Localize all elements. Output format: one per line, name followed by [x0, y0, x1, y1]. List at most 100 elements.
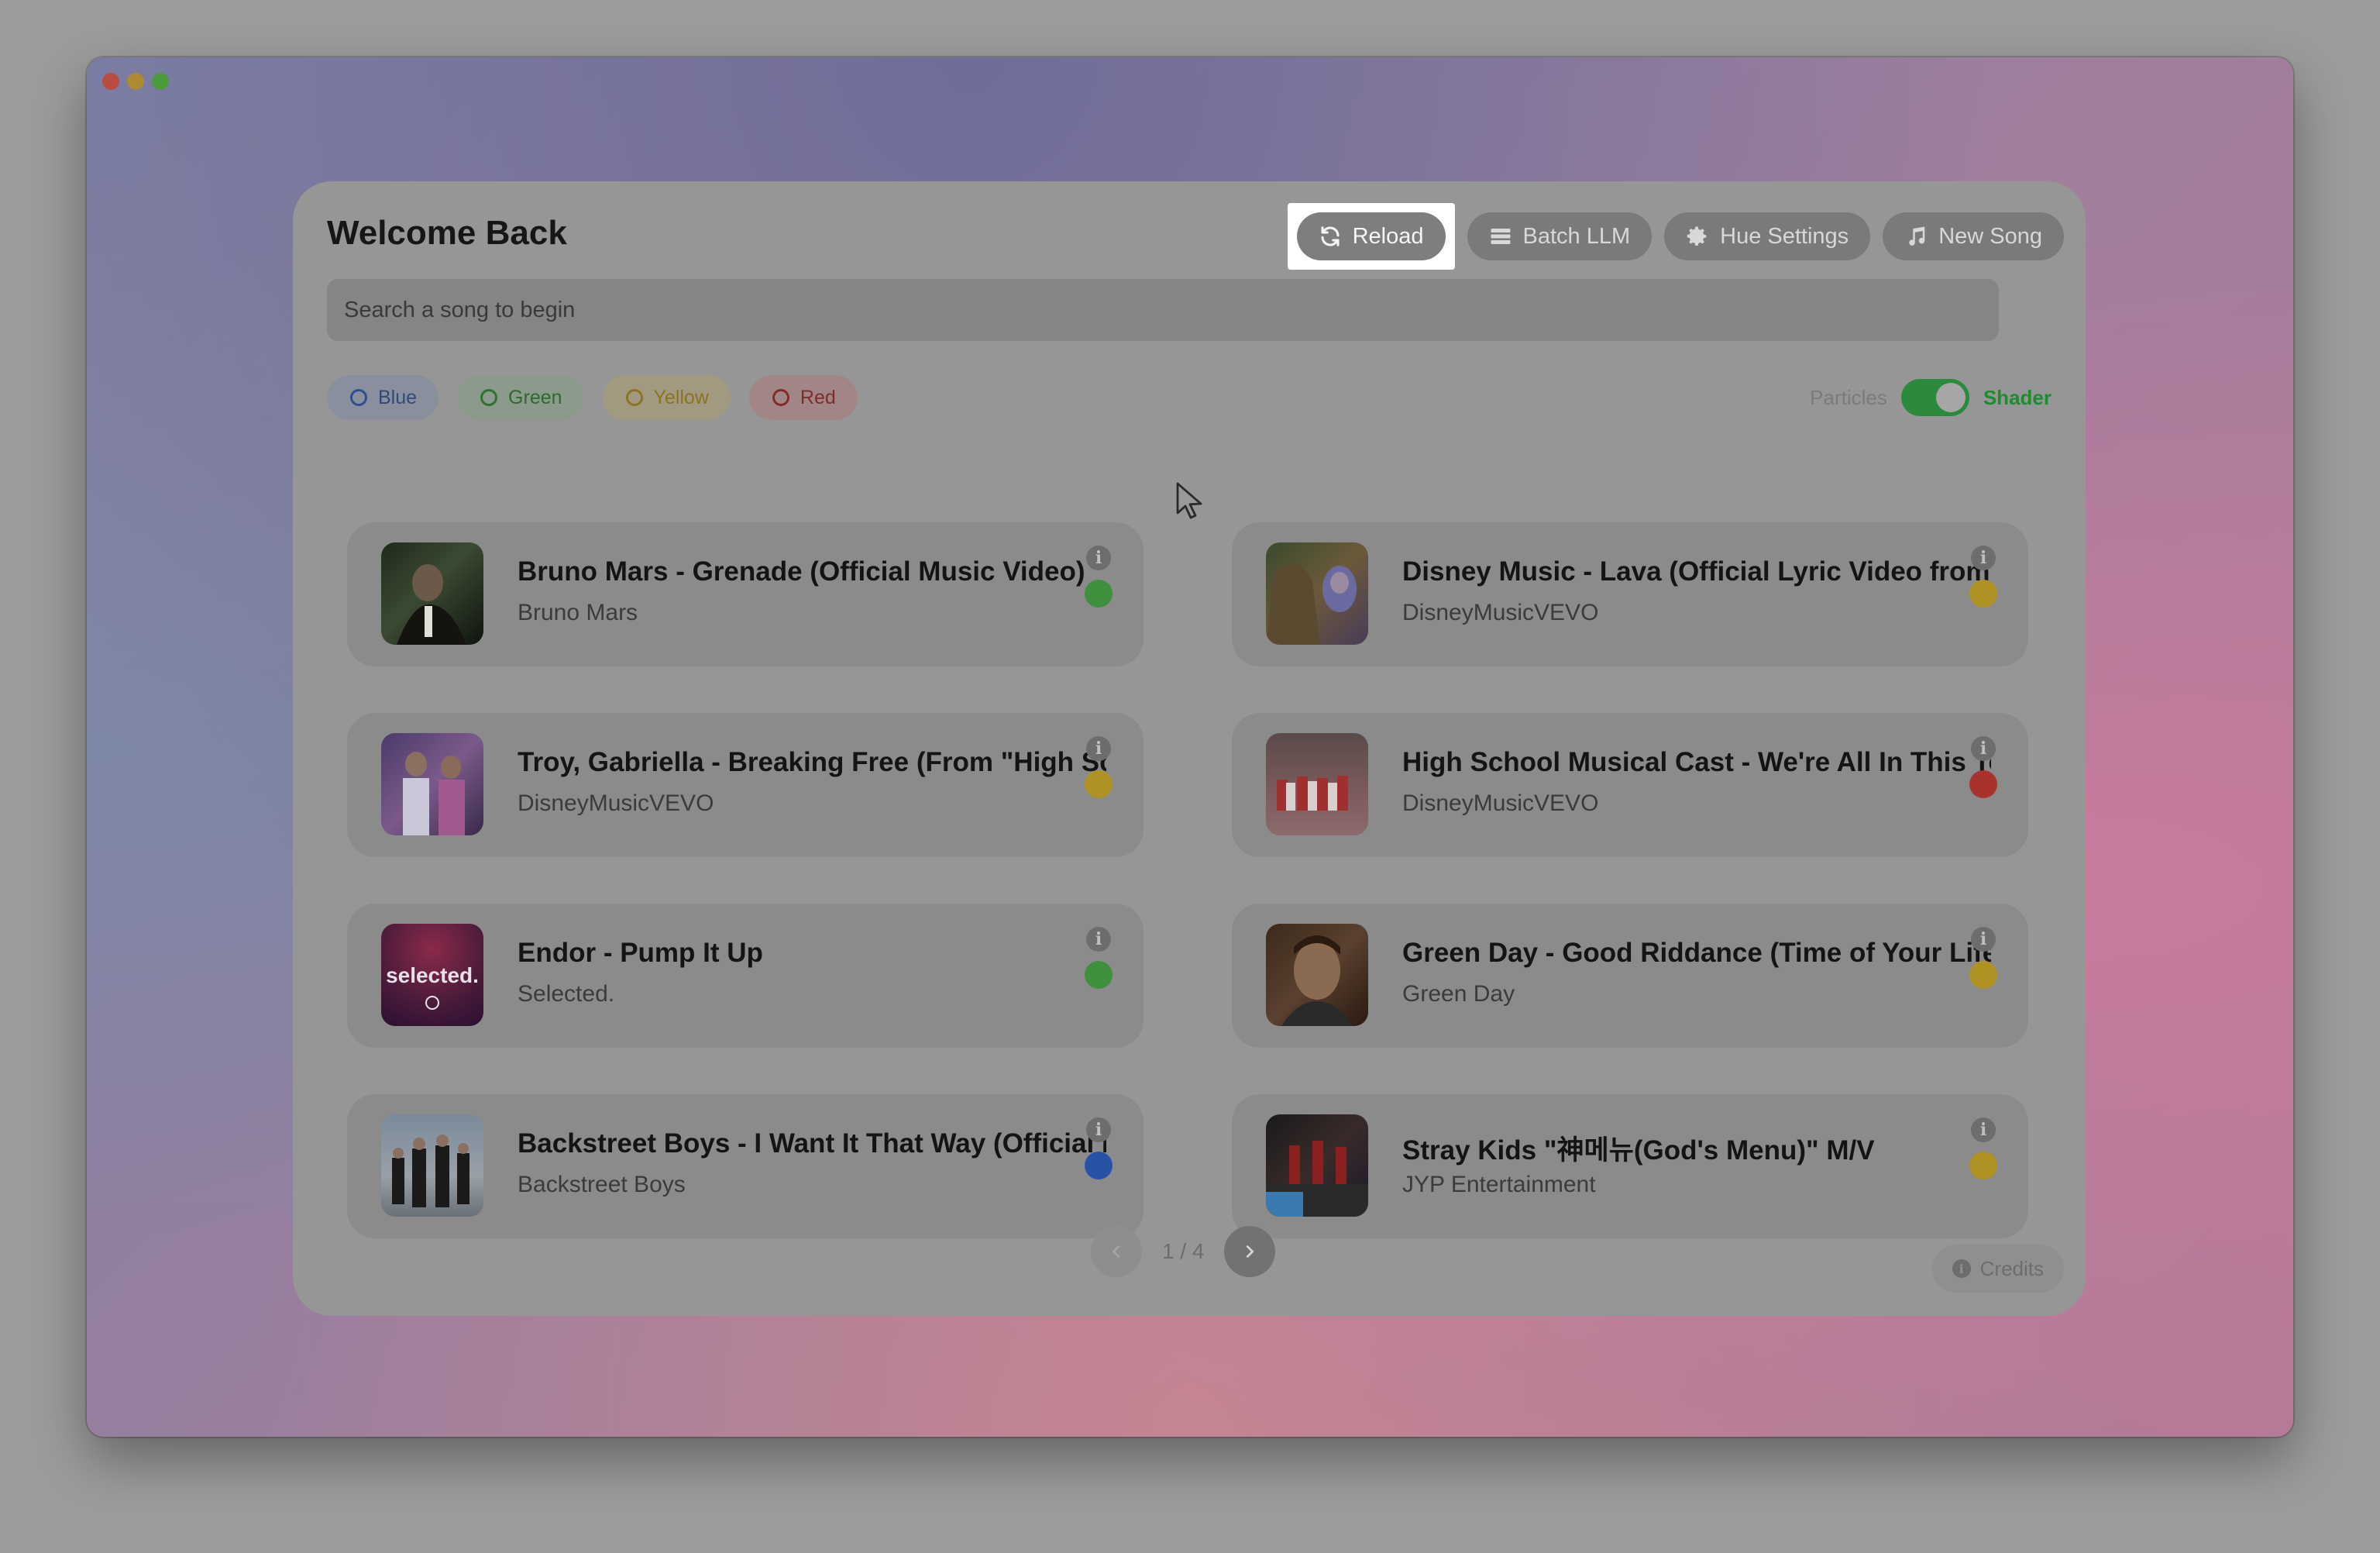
- reload-button[interactable]: Reload: [1296, 212, 1446, 260]
- song-card[interactable]: Stray Kids "神메뉴(God's Menu)" M/V JYP Ent…: [1232, 1094, 2028, 1238]
- song-card[interactable]: Backstreet Boys - I Want It That Way (Of…: [347, 1094, 1144, 1238]
- new-song-button[interactable]: New Song: [1883, 212, 2064, 260]
- song-title: Troy, Gabriella - Breaking Free (From "H…: [518, 747, 1106, 777]
- radio-ring-icon: [772, 389, 789, 406]
- info-icon[interactable]: i: [1086, 736, 1111, 761]
- song-thumbnail: selected.: [381, 924, 483, 1026]
- info-icon[interactable]: i: [1971, 736, 1996, 761]
- minimize-window-button[interactable]: [127, 73, 144, 90]
- search-input[interactable]: Search a song to begin: [327, 279, 1999, 341]
- info-icon[interactable]: i: [1086, 927, 1111, 952]
- info-icon[interactable]: i: [1086, 546, 1111, 570]
- maximize-window-button[interactable]: [152, 73, 169, 90]
- song-thumbnail: [381, 1114, 483, 1217]
- info-icon[interactable]: i: [1971, 546, 1996, 570]
- filter-label: Blue: [378, 386, 418, 408]
- app-window: Welcome Back Reload Batch LLM Hue Settin…: [87, 57, 2293, 1437]
- main-panel: Welcome Back Reload Batch LLM Hue Settin…: [293, 181, 2086, 1316]
- new-song-label: New Song: [1938, 223, 2042, 249]
- previous-page-button[interactable]: [1091, 1226, 1142, 1277]
- filter-label: Red: [800, 386, 836, 408]
- header-actions: Reload Batch LLM Hue Settings New Song: [1287, 203, 2064, 270]
- color-status-dot: [1969, 580, 1997, 608]
- search-placeholder: Search a song to begin: [344, 297, 576, 322]
- song-thumbnail: [381, 733, 483, 835]
- filter-yellow[interactable]: Yellow: [602, 375, 731, 420]
- song-artist: Green Day: [1402, 981, 1515, 1007]
- render-mode-toggle: Particles Shader: [1810, 375, 2052, 420]
- info-icon[interactable]: i: [1971, 1117, 1996, 1142]
- reload-highlight: Reload: [1287, 203, 1455, 270]
- info-icon: i: [1952, 1259, 1971, 1278]
- hue-settings-label: Hue Settings: [1720, 223, 1849, 249]
- filter-red[interactable]: Red: [748, 375, 858, 420]
- color-status-dot: [1969, 770, 1997, 798]
- song-title: Endor - Pump It Up: [518, 938, 763, 968]
- chevron-left-icon: [1112, 1245, 1120, 1258]
- color-status-dot: [1085, 1152, 1113, 1179]
- list-icon: [1489, 225, 1512, 248]
- song-artist: Backstreet Boys: [518, 1172, 686, 1197]
- next-page-button[interactable]: [1224, 1226, 1276, 1277]
- song-thumbnail: [1266, 924, 1368, 1026]
- song-title: Backstreet Boys - I Want It That Way (Of…: [518, 1128, 1106, 1159]
- song-card[interactable]: Disney Music - Lava (Official Lyric Vide…: [1232, 522, 2028, 666]
- switch-knob: [1935, 383, 1966, 412]
- page-indicator: 1 / 4: [1162, 1239, 1205, 1263]
- filter-blue[interactable]: Blue: [327, 375, 439, 420]
- svg-text:selected.: selected.: [386, 963, 479, 987]
- song-card[interactable]: Green Day - Good Riddance (Time of Your …: [1232, 904, 2028, 1048]
- window-controls: [102, 73, 169, 90]
- refresh-icon: [1319, 225, 1342, 248]
- close-window-button[interactable]: [102, 73, 119, 90]
- song-artist: Bruno Mars: [518, 600, 638, 625]
- song-card[interactable]: Bruno Mars - Grenade (Official Music Vid…: [347, 522, 1144, 666]
- mouse-cursor-icon: [1176, 482, 1202, 519]
- mode-switch[interactable]: [1900, 379, 1969, 416]
- color-status-dot: [1969, 1152, 1997, 1179]
- song-thumbnail: [1266, 1114, 1368, 1217]
- song-artist: Selected.: [518, 981, 615, 1007]
- batch-llm-label: Batch LLM: [1522, 223, 1631, 249]
- song-title: Bruno Mars - Grenade (Official Music Vid…: [518, 556, 1085, 587]
- color-status-dot: [1085, 770, 1113, 798]
- song-thumbnail: [381, 542, 483, 645]
- pagination: 1 / 4: [1091, 1226, 1276, 1277]
- filter-green[interactable]: Green: [457, 375, 584, 420]
- filter-label: Yellow: [653, 386, 709, 408]
- song-title: High School Musical Cast - We're All In …: [1402, 747, 1991, 777]
- song-artist: DisneyMusicVEVO: [1402, 790, 1599, 816]
- color-status-dot: [1085, 961, 1113, 989]
- song-title: Green Day - Good Riddance (Time of Your …: [1402, 938, 1991, 968]
- radio-ring-icon: [480, 389, 498, 406]
- song-card[interactable]: High School Musical Cast - We're All In …: [1232, 713, 2028, 857]
- color-status-dot: [1969, 961, 1997, 989]
- radio-ring-icon: [350, 389, 367, 406]
- song-title: Disney Music - Lava (Official Lyric Vide…: [1402, 556, 1991, 587]
- credits-label: Credits: [1979, 1256, 2044, 1280]
- filter-label: Green: [508, 386, 562, 408]
- music-note-icon: [1904, 225, 1928, 248]
- chevron-right-icon: [1247, 1245, 1254, 1258]
- page-title: Welcome Back: [327, 214, 567, 252]
- batch-llm-button[interactable]: Batch LLM: [1467, 212, 1653, 260]
- song-artist: JYP Entertainment: [1402, 1172, 1596, 1197]
- info-icon[interactable]: i: [1086, 1117, 1111, 1142]
- reload-label: Reload: [1352, 223, 1424, 249]
- song-card[interactable]: selected. Endor - Pump It Up Selected. i: [347, 904, 1144, 1048]
- shader-label: Shader: [1983, 385, 2052, 409]
- color-filters: Blue Green Yellow Red: [327, 375, 858, 420]
- info-icon[interactable]: i: [1971, 927, 1996, 952]
- song-thumbnail: [1266, 542, 1368, 645]
- song-artist: DisneyMusicVEVO: [518, 790, 714, 816]
- song-artist: DisneyMusicVEVO: [1402, 600, 1599, 625]
- song-title: Stray Kids "神메뉴(God's Menu)" M/V: [1402, 1135, 1875, 1166]
- particles-label: Particles: [1810, 385, 1887, 409]
- gear-icon: [1686, 225, 1709, 248]
- song-card[interactable]: Troy, Gabriella - Breaking Free (From "H…: [347, 713, 1144, 857]
- credits-button[interactable]: i Credits: [1931, 1245, 2064, 1293]
- hue-settings-button[interactable]: Hue Settings: [1664, 212, 1871, 260]
- color-status-dot: [1085, 580, 1113, 608]
- radio-ring-icon: [625, 389, 643, 406]
- song-thumbnail: [1266, 733, 1368, 835]
